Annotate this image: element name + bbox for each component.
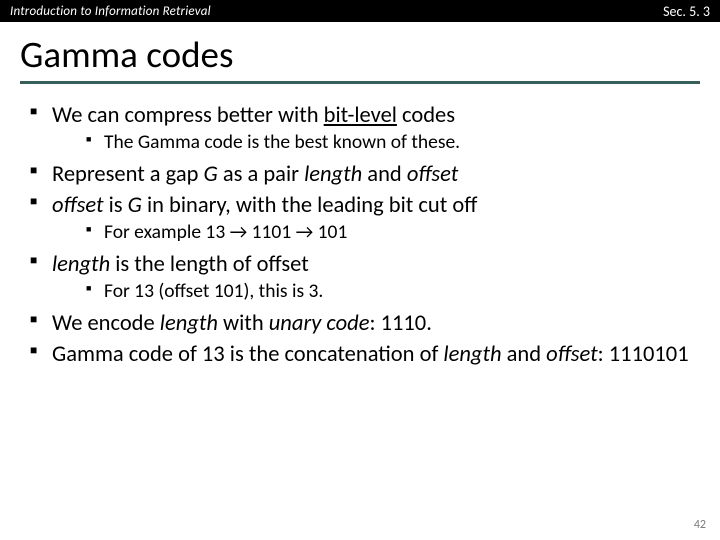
section-label: Sec. 5. 3 bbox=[663, 3, 710, 20]
text: Gamma code of 13 is the concatenation of bbox=[52, 341, 443, 368]
text-underlined: bit-level bbox=[324, 102, 397, 129]
bullet-5: We encode length with unary code: 1110. bbox=[30, 310, 696, 337]
text: We can compress better with bbox=[52, 102, 324, 129]
text: Represent a gap bbox=[52, 161, 204, 188]
top-bar: Introduction to Information Retrieval Se… bbox=[0, 0, 720, 22]
text-italic: offset bbox=[52, 192, 104, 219]
text-italic: length bbox=[304, 161, 362, 188]
text-italic: G bbox=[128, 192, 142, 219]
text: as a pair bbox=[218, 161, 304, 188]
title-area: Gamma codes bbox=[0, 22, 720, 84]
text: : 1110101 bbox=[598, 341, 689, 368]
bullet-6: Gamma code of 13 is the concatenation of… bbox=[30, 341, 696, 368]
bullet-4-sub: For 13 (offset 101), this is 3. bbox=[86, 280, 696, 304]
text: : 1110. bbox=[369, 310, 431, 337]
text-italic: offset bbox=[546, 341, 598, 368]
course-title: Introduction to Information Retrieval bbox=[10, 4, 211, 19]
slide-body: We can compress better with bit-level co… bbox=[0, 84, 720, 368]
text-italic: length bbox=[52, 251, 110, 278]
text: is bbox=[104, 192, 128, 219]
bullet-3-sub: For example 13 → 1101 → 101 bbox=[86, 221, 696, 245]
text: with bbox=[218, 310, 269, 337]
text: and bbox=[362, 161, 407, 188]
bullet-2: Represent a gap G as a pair length and o… bbox=[30, 161, 696, 188]
bullet-1-sub: The Gamma code is the best known of thes… bbox=[86, 131, 696, 155]
text-italic: unary code bbox=[269, 310, 370, 337]
page-number: 42 bbox=[694, 518, 706, 532]
slide-title: Gamma codes bbox=[20, 32, 700, 81]
text: We encode bbox=[52, 310, 160, 337]
text: and bbox=[502, 341, 547, 368]
text-italic: length bbox=[443, 341, 501, 368]
text-italic: length bbox=[160, 310, 218, 337]
text: in binary, with the leading bit cut off bbox=[142, 192, 478, 219]
text-italic: offset bbox=[407, 161, 459, 188]
text: codes bbox=[397, 102, 455, 129]
bullet-4: length is the length of offset For 13 (o… bbox=[30, 251, 696, 304]
text: is the length of offset bbox=[110, 251, 309, 278]
bullet-3: offset is G in binary, with the leading … bbox=[30, 192, 696, 245]
bullet-1: We can compress better with bit-level co… bbox=[30, 102, 696, 155]
text-italic: G bbox=[204, 161, 218, 188]
